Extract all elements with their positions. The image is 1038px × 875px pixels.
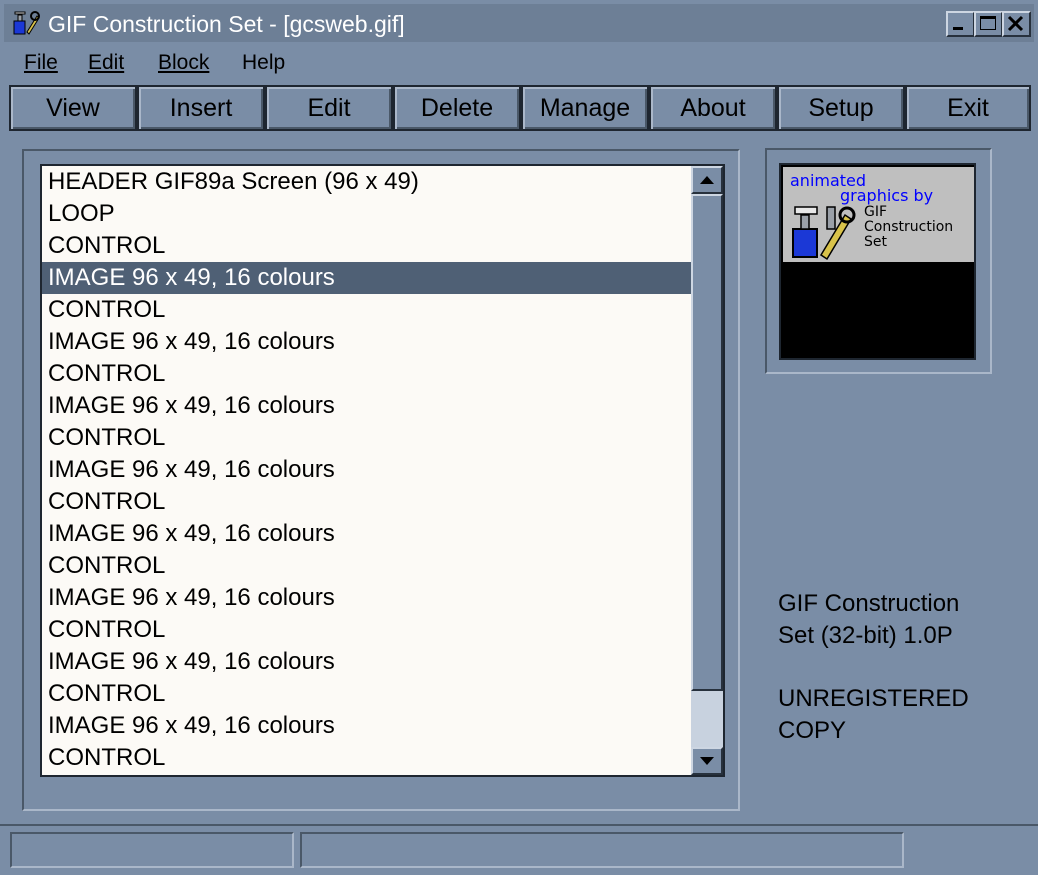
block-list-item[interactable]: IMAGE 96 x 49, 16 colours (42, 454, 691, 486)
window-title: GIF Construction Set - [gcsweb.gif] (48, 11, 405, 37)
block-list-item[interactable]: CONTROL (42, 294, 691, 326)
edit-button[interactable]: Edit (265, 85, 393, 131)
block-list-item[interactable]: LOOP (42, 198, 691, 230)
down-arrow-icon (700, 757, 714, 765)
gif-construction-set-logo-icon (792, 206, 856, 261)
preview-text-line-4: Construction (864, 219, 954, 235)
block-list-item[interactable]: CONTROL (42, 550, 691, 582)
delete-button[interactable]: Delete (393, 85, 521, 131)
manage-button[interactable]: Manage (521, 85, 649, 131)
close-icon (1007, 15, 1024, 32)
block-list-item[interactable]: IMAGE 96 x 49, 16 colours (42, 710, 691, 742)
status-panel-left (10, 832, 294, 868)
block-list-item[interactable]: HEADER GIF89a Screen (96 x 49) (42, 166, 691, 198)
preview-text-line-3: GIF (864, 204, 888, 220)
preview-text-line-5: Set (864, 234, 887, 250)
gif-preview: animated graphics by GIF Construction Se… (779, 163, 976, 360)
block-list-item[interactable]: IMAGE 96 x 49, 16 colours (42, 390, 691, 422)
minimize-icon (953, 27, 963, 30)
product-name-line-2: Set (32-bit) 1.0P (778, 622, 953, 649)
scroll-down-button[interactable] (691, 747, 723, 775)
scroll-up-button[interactable] (691, 166, 723, 194)
view-button[interactable]: View (9, 85, 137, 131)
block-list-item[interactable]: CONTROL (42, 358, 691, 390)
minimize-button[interactable] (946, 11, 975, 37)
block-list-item[interactable]: IMAGE 96 x 49, 16 colours (42, 518, 691, 550)
setup-button[interactable]: Setup (777, 85, 905, 131)
insert-button[interactable]: Insert (137, 85, 265, 131)
menu-help[interactable]: Help (242, 51, 285, 75)
preview-image: animated graphics by GIF Construction Se… (783, 167, 974, 262)
toolbar: View Insert Edit Delete Manage About Set… (9, 85, 1031, 131)
license-status-line-2: COPY (778, 717, 847, 744)
block-list[interactable]: HEADER GIF89a Screen (96 x 49) LOOP CONTRO… (40, 164, 725, 777)
vertical-scrollbar[interactable] (691, 166, 723, 775)
title-bar[interactable]: GIF Construction Set - [gcsweb.gif] (4, 4, 1034, 42)
scroll-thumb[interactable] (691, 194, 723, 691)
main-window: GIF Construction Set - [gcsweb.gif] File… (0, 0, 1038, 875)
menu-file[interactable]: File (24, 51, 58, 75)
block-list-item[interactable]: IMAGE 96 x 49, 16 colours (42, 582, 691, 614)
block-list-item[interactable]: IMAGE 96 x 49, 16 colours (42, 262, 691, 294)
block-list-item[interactable]: CONTROL (42, 678, 691, 710)
menu-block[interactable]: Block (158, 51, 209, 75)
block-list-item[interactable]: CONTROL (42, 614, 691, 646)
block-list-items: HEADER GIF89a Screen (96 x 49) LOOP CONTRO… (42, 166, 691, 774)
block-list-item[interactable]: CONTROL (42, 230, 691, 262)
product-name-line-1: GIF Construction (778, 590, 960, 617)
block-list-item[interactable]: CONTROL (42, 422, 691, 454)
status-panel-main (300, 832, 904, 868)
close-button[interactable] (1002, 11, 1031, 37)
block-list-item[interactable]: IMAGE 96 x 49, 16 colours (42, 326, 691, 358)
about-button[interactable]: About (649, 85, 777, 131)
license-status-line-1: UNREGISTERED (778, 685, 969, 712)
block-list-item[interactable]: IMAGE 96 x 49, 16 colours (42, 646, 691, 678)
gif-construction-set-icon (13, 11, 40, 35)
block-list-item[interactable]: CONTROL (42, 486, 691, 518)
menu-bar: File Edit Block Help (4, 46, 1034, 82)
status-bar (0, 824, 1038, 875)
exit-button[interactable]: Exit (905, 85, 1031, 131)
maximize-button[interactable] (974, 11, 1003, 37)
up-arrow-icon (700, 176, 714, 184)
menu-edit[interactable]: Edit (88, 51, 124, 75)
block-list-item[interactable]: CONTROL (42, 742, 691, 774)
maximize-icon (980, 16, 996, 30)
